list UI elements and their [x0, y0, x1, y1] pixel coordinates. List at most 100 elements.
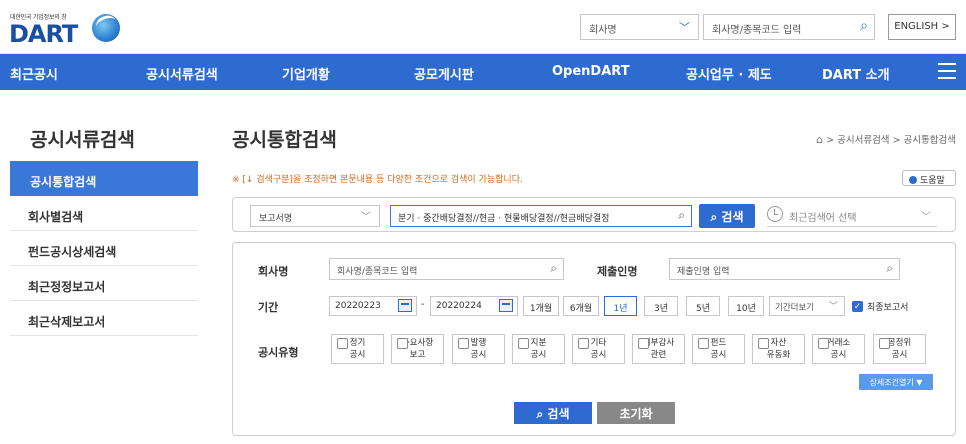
type-line2: 관련 — [650, 350, 667, 360]
checkbox[interactable] — [458, 338, 469, 349]
checkbox[interactable] — [638, 338, 649, 349]
main-search-label: 검색 — [721, 210, 744, 224]
final-report-checkbox[interactable]: ✓ — [852, 301, 863, 312]
main-nav: 최근공시 공시서류검색 기업개황 공모게시판 OpenDART 공시업무 · 제… — [0, 54, 966, 90]
sidebar-item-integrated[interactable]: 공시통합검색 — [10, 161, 198, 196]
top-search-input[interactable]: 회사명/종목코드 입력 ⌕ — [703, 14, 875, 40]
company-input[interactable]: 회사명/종목코드 입력 ⌕ — [329, 258, 564, 280]
submitter-input[interactable]: 제출인명 입력 ⌕ — [669, 258, 900, 280]
period-6m-button[interactable]: 6개월 — [563, 296, 599, 316]
search-icon[interactable]: ⌕ — [678, 208, 685, 223]
dart-logo[interactable]: DART — [9, 20, 78, 48]
submitter-placeholder: 제출인명 입력 — [677, 267, 730, 277]
period-5y-button[interactable]: 5년 — [686, 296, 720, 316]
search-notice: ※ [↓ 검색구분]을 조정하면 본문내용 등 다양한 조건으로 검색이 가능합… — [232, 175, 523, 185]
filter-search-label: 검색 — [547, 407, 570, 421]
nav-item-offering[interactable]: 공모게시판 — [414, 64, 474, 83]
period-10y-button[interactable]: 10년 — [728, 296, 764, 316]
reset-button[interactable]: 초기화 — [597, 402, 675, 424]
nav-item-recent[interactable]: 최근공시 — [10, 64, 58, 83]
search-icon[interactable]: ⌕ — [886, 261, 893, 276]
breadcrumb-text[interactable]: 공시서류검색 > 공시통합검색 — [837, 135, 956, 146]
nav-item-about[interactable]: DART 소개 — [822, 64, 890, 83]
type-issuance[interactable]: 발행 공시 — [452, 334, 505, 364]
type-line2: 공시 — [470, 350, 487, 360]
type-exchange[interactable]: 거래소 공시 — [812, 334, 865, 364]
type-line1: 기타 — [590, 338, 607, 348]
checkbox[interactable] — [818, 338, 829, 349]
company-type-select[interactable]: 회사명 ﹀ — [580, 14, 699, 40]
chevron-down-icon: ﹀ — [679, 21, 690, 34]
type-regular[interactable]: 정기공시 — [331, 334, 384, 364]
nav-item-doc-search[interactable]: 공시서류검색 — [146, 64, 218, 83]
type-line2: 공시 — [891, 350, 908, 360]
report-type-select[interactable]: 보고서명 ﹀ — [250, 205, 380, 227]
period-1y-button[interactable]: 1년 — [604, 296, 637, 316]
sidebar-item-corrections[interactable]: 최근정정보고서 — [10, 266, 198, 301]
type-line1: 펀드 — [710, 338, 727, 348]
search-icon[interactable]: ⌕ — [860, 18, 868, 34]
type-other[interactable]: 기타공시 — [572, 334, 625, 364]
clock-icon — [767, 206, 783, 222]
search-bar: 보고서명 ﹀ 분기 · 중간배당결정//현금 · 현물배당결정//현금배당결정 ⌕ … — [232, 197, 956, 232]
main-search-button[interactable]: ⌕ 검색 — [699, 204, 755, 228]
type-fund[interactable]: 펀드 공시 — [692, 334, 745, 364]
checkbox[interactable] — [758, 338, 769, 349]
type-abs[interactable]: 자산 유동화 — [752, 334, 805, 364]
search-icon: ⌕ — [710, 210, 718, 224]
period-3y-button[interactable]: 3년 — [644, 296, 678, 316]
report-type-value: 보고서명 — [259, 214, 293, 224]
chevron-down-icon: ﹀ — [361, 212, 371, 223]
sidebar-item-deleted[interactable]: 최근삭제보고서 — [10, 301, 198, 336]
logo-globe-icon — [92, 14, 120, 42]
period-1m-button[interactable]: 1개월 — [523, 296, 559, 316]
chevron-down-icon: ﹀ — [828, 302, 838, 312]
date-separator: - — [421, 299, 425, 310]
search-icon: ⌕ — [536, 407, 544, 421]
chevron-down-icon: ﹀ — [921, 212, 931, 223]
sidebar: 공시통합검색 회사별검색 펀드공시상세검색 최근정정보고서 최근삭제보고서 — [10, 161, 198, 336]
checkbox[interactable] — [698, 338, 709, 349]
menu-icon[interactable] — [938, 63, 956, 79]
sidebar-item-company[interactable]: 회사별검색 — [10, 196, 198, 231]
english-button[interactable]: ENGLISH > — [888, 14, 956, 40]
type-line2: 공시 — [590, 350, 607, 360]
help-icon — [909, 176, 917, 184]
type-line1: 정기 — [349, 338, 366, 348]
home-icon[interactable]: ⌂ — [816, 133, 823, 146]
calendar-icon[interactable] — [398, 299, 412, 312]
top-search-placeholder: 회사명/종목코드 입력 — [712, 25, 802, 36]
calendar-icon[interactable] — [499, 299, 513, 312]
nav-item-company[interactable]: 기업개황 — [282, 64, 330, 83]
date-from-value: 20220223 — [335, 301, 381, 311]
type-ftc[interactable]: 공정위 공시 — [873, 334, 926, 364]
type-audit[interactable]: 외부감사 관련 — [632, 334, 685, 364]
detail-conditions-button[interactable]: 상세조건열기 ▼ — [859, 374, 933, 390]
type-equity[interactable]: 지분공시 — [512, 334, 565, 364]
date-from-input[interactable]: 20220223 — [329, 296, 417, 316]
type-label: 공시유형 — [258, 346, 299, 359]
checkbox[interactable] — [518, 338, 529, 349]
sidebar-item-fund[interactable]: 펀드공시상세검색 — [10, 231, 198, 266]
nav-item-disclosure[interactable]: 공시업무 · 제도 — [686, 64, 772, 83]
sidebar-title: 공시서류검색 — [30, 129, 135, 151]
final-report-label: 최종보고서 — [867, 303, 909, 313]
checkbox[interactable] — [337, 338, 348, 349]
date-to-input[interactable]: 20220224 — [430, 296, 518, 316]
type-line1: 지분 — [530, 338, 547, 348]
nav-item-opendart[interactable]: OpenDART — [552, 64, 630, 79]
help-button[interactable]: 도움말 — [902, 170, 956, 186]
checkbox[interactable] — [397, 338, 408, 349]
breadcrumb-separator: > — [826, 135, 835, 146]
type-line2: 공시 — [530, 350, 547, 360]
period-more-label: 기간더보기 — [775, 303, 815, 313]
checkbox[interactable] — [879, 338, 890, 349]
type-line2: 공시 — [349, 350, 366, 360]
keyword-input[interactable]: 분기 · 중간배당결정//현금 · 현물배당결정//현금배당결정 ⌕ — [390, 205, 692, 227]
period-more-select[interactable]: 기간더보기 ﹀ — [769, 296, 845, 316]
search-icon[interactable]: ⌕ — [550, 261, 557, 276]
type-major[interactable]: 주요사항 보고 — [391, 334, 444, 364]
filter-search-button[interactable]: ⌕ 검색 — [514, 402, 592, 424]
recent-search-select[interactable]: 최근검색어 선택 ﹀ — [767, 205, 937, 227]
checkbox[interactable] — [578, 338, 589, 349]
